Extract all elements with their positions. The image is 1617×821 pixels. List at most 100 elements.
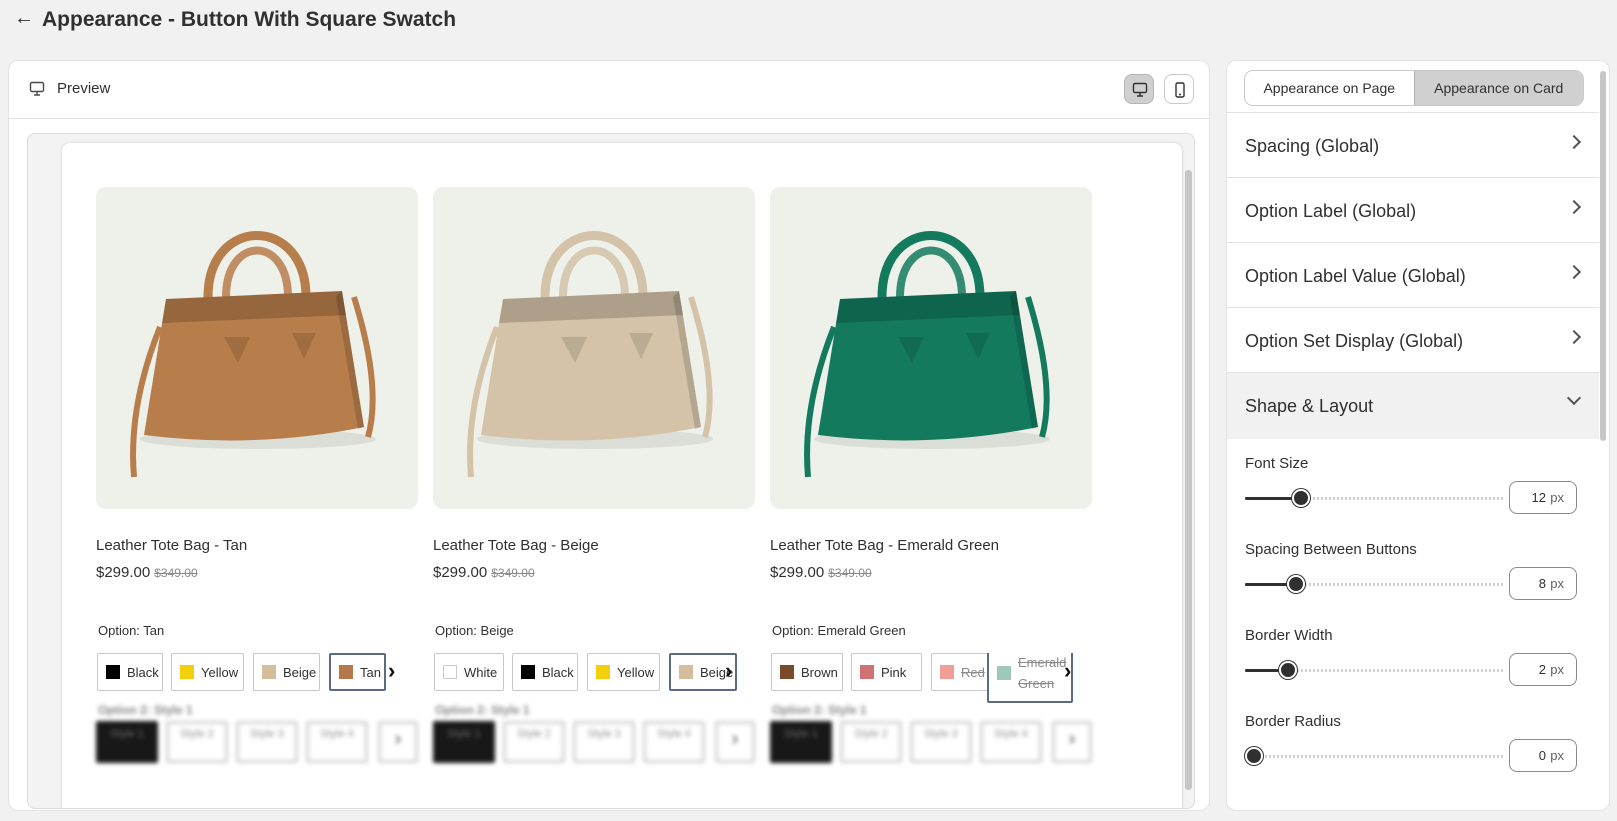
chevron-right-icon[interactable]: › (1064, 659, 1071, 683)
product-title[interactable]: Leather Tote Bag - Tan (96, 536, 418, 556)
swatch-label: Beige (283, 664, 317, 680)
style-button[interactable]: Style 2 (503, 721, 565, 763)
slider-field: Spacing Between Buttons 8 px (1245, 540, 1585, 600)
chevron-right-icon[interactable]: › (388, 659, 395, 683)
product-image[interactable] (96, 187, 418, 509)
desktop-view-button[interactable] (1124, 74, 1154, 104)
style-button[interactable]: Style 3 (910, 721, 972, 763)
number-input[interactable]: 2 px (1509, 653, 1577, 686)
field-label: Spacing Between Buttons (1245, 541, 1417, 558)
section-title: Option Label (Global) (1245, 201, 1417, 221)
swatch-button[interactable]: Beige (253, 653, 320, 691)
panel-scrollbar[interactable] (1600, 71, 1606, 441)
tote-bag-illustration (467, 231, 713, 478)
unit-suffix: px (1550, 662, 1564, 677)
swatch-button[interactable]: Black (97, 653, 163, 691)
number-input[interactable]: 0 px (1509, 739, 1577, 772)
swatch-label: Emerald Green (1018, 655, 1067, 691)
compare-at-price: $349.00 (828, 566, 872, 580)
preview-label: Preview (57, 80, 111, 97)
swatch-label: Black (127, 664, 159, 680)
slider-field: Border Radius 0 px (1245, 712, 1585, 772)
slider-handle[interactable] (1245, 747, 1263, 765)
accordion-section[interactable]: Option Label (Global) (1227, 177, 1599, 244)
style-button[interactable]: Style 4 (306, 721, 368, 763)
style-button[interactable]: Style 4 (643, 721, 705, 763)
slider-handle[interactable] (1279, 661, 1297, 679)
style-button[interactable]: Style 3 (236, 721, 298, 763)
chevron-right-icon (1566, 199, 1582, 215)
swatch-button[interactable]: Yellow (171, 653, 244, 691)
slider-handle[interactable] (1287, 575, 1305, 593)
top-bar: ← Appearance - Button With Square Swatch (0, 0, 1617, 42)
color-chip (679, 665, 693, 679)
accordion-section[interactable]: Spacing (Global) (1227, 112, 1599, 179)
tote-bag-illustration (804, 231, 1050, 478)
swatch-button[interactable]: Red (931, 653, 990, 691)
chevron-down-icon (1566, 390, 1582, 406)
style-button[interactable]: Style 1 (96, 721, 158, 763)
style-button[interactable]: Style 2 (166, 721, 228, 763)
product-card[interactable]: Leather Tote Bag - Emerald Green $299.00 $… (770, 187, 1092, 713)
slider-handle[interactable] (1292, 489, 1310, 507)
settings-panel: Appearance on Page Appearance on Card Sp… (1226, 60, 1610, 811)
product-card[interactable]: Leather Tote Bag - Beige $299.00 $349.00 Op… (433, 187, 755, 713)
style-button[interactable]: Style 1 (770, 721, 832, 763)
input-value: 12 (1531, 490, 1546, 505)
swatch-button[interactable]: Brown (771, 653, 843, 691)
swatch-button[interactable]: White (434, 653, 504, 691)
style-button[interactable]: Style 2 (840, 721, 902, 763)
number-input[interactable]: 12 px (1509, 481, 1577, 514)
preview-header: Preview (9, 61, 1209, 119)
swatch-button[interactable]: Yellow (587, 653, 660, 691)
slider-fill (1245, 583, 1287, 586)
chevron-right-icon[interactable]: › (1052, 721, 1092, 763)
price-row: $299.00 $349.00 (96, 563, 418, 583)
accordion-section[interactable]: Option Label Value (Global) (1227, 242, 1599, 309)
option-label: Option: Tan (98, 623, 165, 638)
range-slider[interactable] (1245, 747, 1505, 765)
slider-fill (1245, 669, 1279, 672)
swatch-button[interactable]: Black (512, 653, 578, 691)
color-chip (443, 665, 457, 679)
preview-scrollbar[interactable] (1185, 170, 1192, 790)
blurred-option-row: Option 2: Style 1 Style 1 Style 2 Style 3 St… (433, 703, 755, 773)
product-image[interactable] (433, 187, 755, 509)
number-input[interactable]: 8 px (1509, 567, 1577, 600)
product-grid-card: Leather Tote Bag - Tan $299.00 $349.00 Opti… (62, 143, 1182, 808)
price-row: $299.00 $349.00 (433, 563, 755, 583)
accordion-section[interactable]: Shape & Layout (1227, 372, 1599, 439)
swatch-button[interactable]: Emerald Green (987, 653, 1073, 703)
product-title[interactable]: Leather Tote Bag - Beige (433, 536, 755, 556)
swatch-label: Yellow (617, 664, 655, 680)
product-price: $299.00 (96, 564, 151, 581)
range-slider[interactable] (1245, 489, 1505, 507)
product-title[interactable]: Leather Tote Bag - Emerald Green (770, 536, 1092, 556)
style-button[interactable]: Style 3 (573, 721, 635, 763)
swatch-label: Pink (881, 664, 907, 680)
product-card[interactable]: Leather Tote Bag - Tan $299.00 $349.00 Opti… (96, 187, 418, 713)
style-button[interactable]: Style 4 (980, 721, 1042, 763)
tab-appearance-on-card[interactable]: Appearance on Card (1413, 71, 1583, 105)
option-2-label: Option 2: Style 1 (435, 703, 530, 717)
range-slider[interactable] (1245, 661, 1505, 679)
mobile-view-button[interactable] (1164, 74, 1194, 104)
chevron-right-icon (1566, 329, 1582, 345)
unit-suffix: px (1550, 748, 1564, 763)
chevron-right-icon[interactable]: › (715, 721, 755, 763)
slider-field: Font Size 12 px (1245, 454, 1585, 514)
product-image[interactable] (770, 187, 1092, 509)
style-button[interactable]: Style 1 (433, 721, 495, 763)
back-arrow-icon[interactable]: ← (14, 7, 34, 29)
range-slider[interactable] (1245, 575, 1505, 593)
chevron-right-icon[interactable]: › (725, 659, 732, 683)
accordion-section[interactable]: Option Set Display (Global) (1227, 307, 1599, 374)
page-title: Appearance - Button With Square Swatch (42, 8, 457, 31)
chevron-right-icon[interactable]: › (378, 721, 418, 763)
tab-appearance-on-page[interactable]: Appearance on Page (1245, 71, 1414, 105)
mobile-icon (1175, 82, 1185, 98)
unit-suffix: px (1550, 576, 1564, 591)
swatch-button[interactable]: Tan (329, 653, 386, 691)
unit-suffix: px (1550, 490, 1564, 505)
swatch-button[interactable]: Pink (851, 653, 922, 691)
